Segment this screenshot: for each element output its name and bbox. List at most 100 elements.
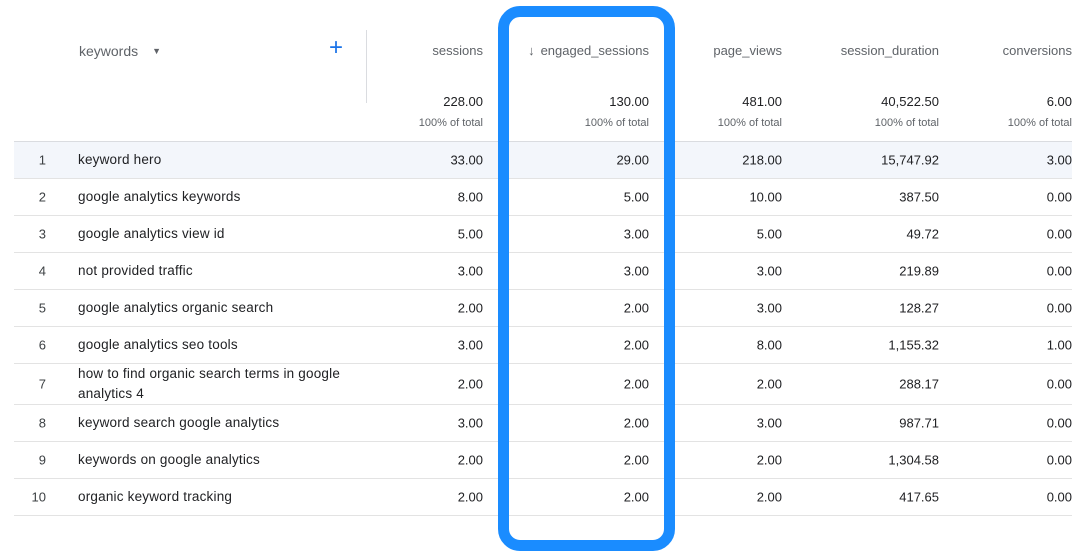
total-value: 6.00 <box>1046 94 1072 109</box>
keyword-cell[interactable]: google analytics organic search <box>78 298 348 318</box>
table-row[interactable]: 1 keyword hero 33.00 29.00 218.00 15,747.92 3.… <box>14 142 1072 179</box>
row-number: 4 <box>38 263 46 279</box>
metric-cell: 5.00 <box>756 226 782 242</box>
dimension-label: keywords <box>79 43 139 59</box>
keyword-cell[interactable]: organic keyword tracking <box>78 487 348 507</box>
dimension-selector[interactable]: keywords ▼ <box>79 43 161 59</box>
metric-cell: 10.00 <box>749 189 782 205</box>
metric-cell: 3.00 <box>457 415 483 431</box>
row-number: 3 <box>38 226 46 242</box>
metric-cell: 288.17 <box>899 376 939 392</box>
column-header-page-views[interactable]: page_views <box>674 43 782 58</box>
column-label: page_views <box>713 43 782 58</box>
metric-cell: 3.00 <box>756 300 782 316</box>
metric-cell: 2.00 <box>623 337 649 353</box>
table-row[interactable]: 10 organic keyword tracking 2.00 2.00 2.00 41… <box>14 479 1072 516</box>
keyword-cell[interactable]: keyword hero <box>78 150 348 170</box>
metric-cell: 2.00 <box>623 376 649 392</box>
metric-cell: 2.00 <box>623 489 649 505</box>
column-label: sessions <box>432 43 483 58</box>
metric-cell: 3.00 <box>756 415 782 431</box>
metric-cell: 0.00 <box>1046 189 1072 205</box>
column-header-sessions[interactable]: sessions <box>384 43 483 58</box>
row-number: 7 <box>38 376 46 392</box>
table-body: 1 keyword hero 33.00 29.00 218.00 15,747.92 3.… <box>14 142 1072 516</box>
plus-icon: + <box>329 34 344 61</box>
metric-cell: 29.00 <box>616 152 649 168</box>
column-divider <box>366 30 367 103</box>
table-row[interactable]: 2 google analytics keywords 8.00 5.00 10.00 3… <box>14 179 1072 216</box>
metric-cell: 2.00 <box>756 452 782 468</box>
metric-cell: 2.00 <box>457 376 483 392</box>
table-row[interactable]: 9 keywords on google analytics 2.00 2.00 2.0… <box>14 442 1072 479</box>
metric-cell: 2.00 <box>457 300 483 316</box>
metric-cell: 0.00 <box>1046 376 1072 392</box>
metric-cell: 1.00 <box>1046 337 1072 353</box>
total-percent: 100% of total <box>418 117 483 129</box>
metric-cell: 2.00 <box>623 415 649 431</box>
column-label: conversions <box>1002 43 1072 58</box>
metric-cell: 987.71 <box>899 415 939 431</box>
metric-cell: 2.00 <box>623 300 649 316</box>
column-label: engaged_sessions <box>540 43 649 58</box>
metric-cell: 2.00 <box>756 376 782 392</box>
row-number: 10 <box>31 489 46 505</box>
row-number: 8 <box>38 415 46 431</box>
add-dimension-button[interactable]: + <box>329 36 343 60</box>
column-label: session_duration <box>840 43 939 58</box>
metric-cell: 3.00 <box>1046 152 1072 168</box>
keyword-cell[interactable]: keywords on google analytics <box>78 450 348 470</box>
metric-cell: 8.00 <box>756 337 782 353</box>
metric-cell: 0.00 <box>1046 300 1072 316</box>
row-number: 2 <box>38 189 46 205</box>
arrow-down-icon: ↓ <box>528 43 535 58</box>
keyword-cell[interactable]: how to find organic search terms in goog… <box>78 364 348 404</box>
total-value: 130.00 <box>609 94 649 109</box>
metric-cell: 0.00 <box>1046 415 1072 431</box>
table-row[interactable]: 4 not provided traffic 3.00 3.00 3.00 219.89 0… <box>14 253 1072 290</box>
metric-cell: 2.00 <box>457 452 483 468</box>
table-row[interactable]: 8 keyword search google analytics 3.00 2.00… <box>14 405 1072 442</box>
row-number: 1 <box>38 152 46 168</box>
total-value: 228.00 <box>443 94 483 109</box>
total-percent: 100% of total <box>1007 117 1072 129</box>
metric-cell: 49.72 <box>906 226 939 242</box>
column-header-conversions[interactable]: conversions <box>964 43 1072 58</box>
row-number: 5 <box>38 300 46 316</box>
metric-cell: 3.00 <box>457 263 483 279</box>
table-row[interactable]: 3 google analytics view id 5.00 3.00 5.00 49.… <box>14 216 1072 253</box>
metric-cell: 1,304.58 <box>888 452 939 468</box>
total-value: 481.00 <box>742 94 782 109</box>
column-header-session-duration[interactable]: session_duration <box>804 43 939 58</box>
metric-cell: 15,747.92 <box>881 152 939 168</box>
keyword-cell[interactable]: keyword search google analytics <box>78 413 348 433</box>
keyword-cell[interactable]: not provided traffic <box>78 261 348 281</box>
table-row[interactable]: 7 how to find organic search terms in goo… <box>14 364 1072 405</box>
metric-cell: 3.00 <box>457 337 483 353</box>
total-percent: 100% of total <box>874 117 939 129</box>
metric-cell: 1,155.32 <box>888 337 939 353</box>
metric-cell: 5.00 <box>623 189 649 205</box>
metric-cell: 219.89 <box>899 263 939 279</box>
table-row[interactable]: 6 google analytics seo tools 3.00 2.00 8.00 1… <box>14 327 1072 364</box>
metric-cell: 2.00 <box>457 489 483 505</box>
keyword-cell[interactable]: google analytics seo tools <box>78 335 348 355</box>
total-value: 40,522.50 <box>881 94 939 109</box>
metric-cell: 3.00 <box>623 226 649 242</box>
row-number: 9 <box>38 452 46 468</box>
total-percent: 100% of total <box>584 117 649 129</box>
metric-cell: 2.00 <box>623 452 649 468</box>
metric-cell: 0.00 <box>1046 263 1072 279</box>
keyword-cell[interactable]: google analytics view id <box>78 224 348 244</box>
table-header: keywords ▼ + sessions ↓ engaged_sessions … <box>14 0 1072 142</box>
column-header-engaged-sessions[interactable]: ↓ engaged_sessions <box>504 43 649 58</box>
metric-cell: 3.00 <box>756 263 782 279</box>
report-table: keywords ▼ + sessions ↓ engaged_sessions … <box>14 0 1072 516</box>
metric-cell: 387.50 <box>899 189 939 205</box>
metric-cell: 5.00 <box>457 226 483 242</box>
total-percent: 100% of total <box>717 117 782 129</box>
row-number: 6 <box>38 337 46 353</box>
table-row[interactable]: 5 google analytics organic search 2.00 2.00… <box>14 290 1072 327</box>
keyword-cell[interactable]: google analytics keywords <box>78 187 348 207</box>
metric-cell: 2.00 <box>756 489 782 505</box>
